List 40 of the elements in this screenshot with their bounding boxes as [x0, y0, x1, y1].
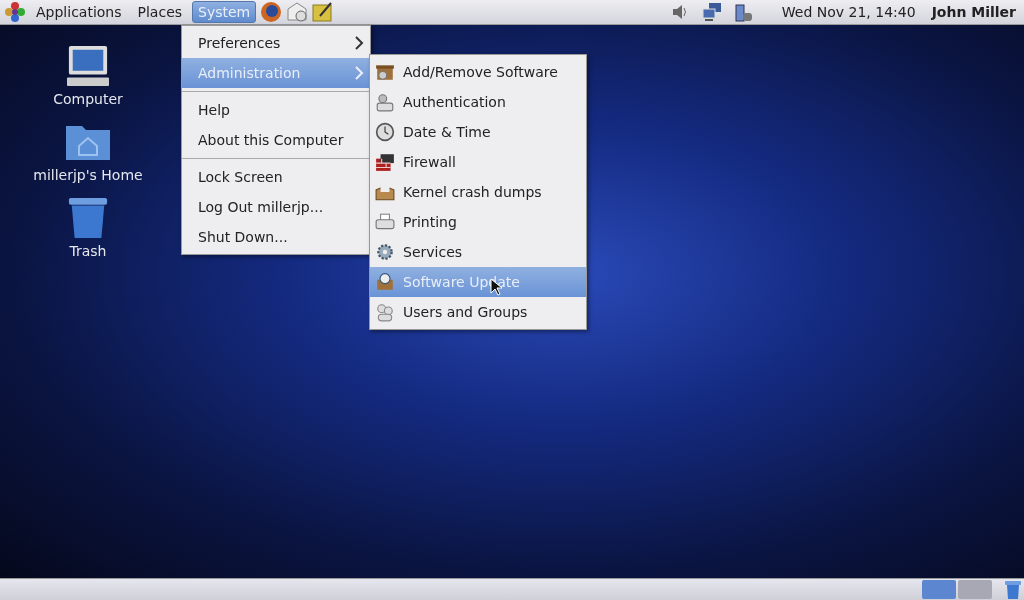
chevron-right-icon: [354, 36, 364, 50]
workspace-switcher-tile[interactable]: [922, 580, 956, 599]
trash-icon[interactable]: [1004, 580, 1022, 599]
panel-menu[interactable]: Places: [131, 1, 189, 23]
menu-item[interactable]: Preferences: [182, 28, 370, 58]
clock-icon: [375, 122, 395, 142]
menu-item[interactable]: Authentication: [370, 87, 586, 117]
firewall-icon: [375, 152, 395, 172]
globe-fox-icon[interactable]: [260, 1, 283, 23]
menu-item[interactable]: Firewall: [370, 147, 586, 177]
printer-icon: [375, 212, 395, 232]
menu-item[interactable]: Users and Groups: [370, 297, 586, 327]
menu-item[interactable]: Log Out millerjp...: [182, 192, 370, 222]
users-icon: [375, 302, 395, 322]
computer-icon: [64, 45, 112, 87]
menu-item[interactable]: Services: [370, 237, 586, 267]
chevron-right-icon: [354, 66, 364, 80]
package-icon: [375, 62, 395, 82]
desktop-icon-label[interactable]: Computer: [53, 91, 123, 107]
flower-logo-icon[interactable]: [4, 1, 26, 23]
panel-menu[interactable]: Applications: [30, 1, 128, 23]
box-icon: [375, 182, 395, 202]
menu-item[interactable]: Date & Time: [370, 117, 586, 147]
menu-item[interactable]: Kernel crash dumps: [370, 177, 586, 207]
notepad-pencil-icon[interactable]: [312, 1, 335, 23]
desktop-icon-label[interactable]: millerjp's Home: [33, 167, 143, 183]
gear-icon: [375, 242, 395, 262]
menu-item[interactable]: Lock Screen: [182, 162, 370, 192]
menu-item[interactable]: Help: [182, 95, 370, 125]
user-name[interactable]: John Miller: [931, 4, 1016, 20]
menu-item[interactable]: Printing: [370, 207, 586, 237]
update-icon: [375, 272, 395, 292]
workspace-switcher-tile[interactable]: [958, 580, 992, 599]
menu-item[interactable]: About this Computer: [182, 125, 370, 155]
auth-icon: [375, 92, 395, 112]
menu-item[interactable]: Add/Remove Software: [370, 57, 586, 87]
menu-item[interactable]: Shut Down...: [182, 222, 370, 252]
desktop-icon-label[interactable]: Trash: [69, 243, 107, 259]
network-computers-icon[interactable]: [701, 2, 722, 22]
clock[interactable]: Wed Nov 21, 14:40: [781, 4, 916, 20]
